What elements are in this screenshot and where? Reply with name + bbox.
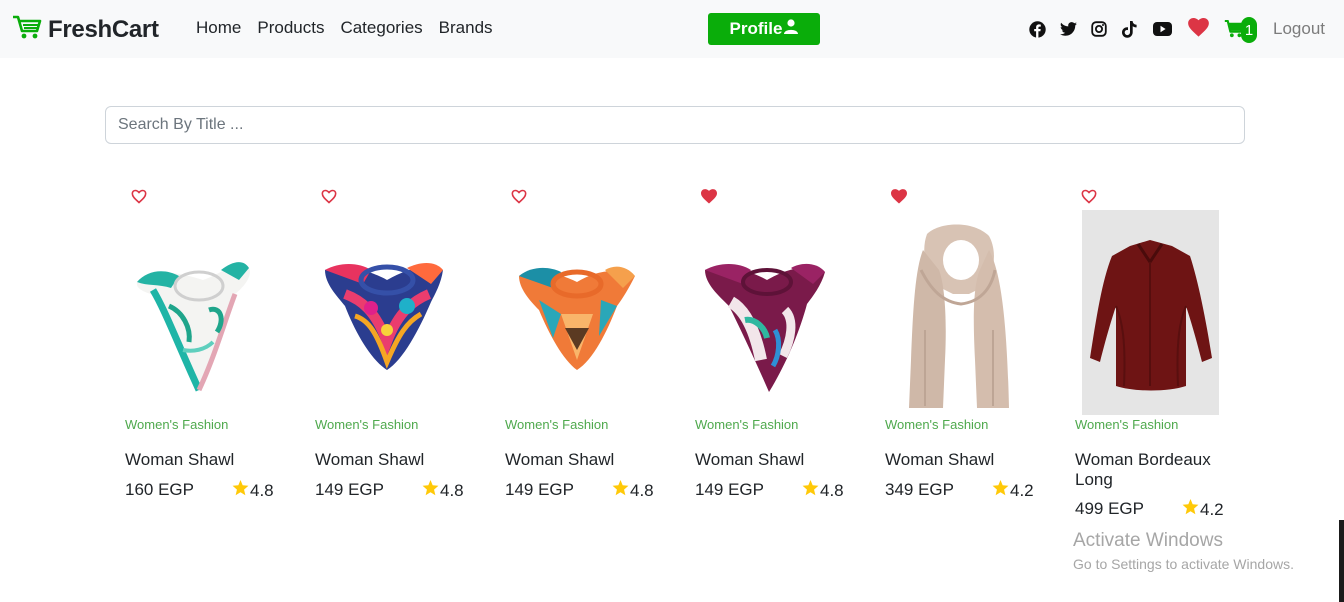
- product-category: Women's Fashion: [505, 417, 609, 432]
- rating-value: 4.2: [1200, 499, 1224, 519]
- rating-value: 4.8: [440, 480, 464, 500]
- star-icon: [232, 480, 249, 501]
- nav-link-products[interactable]: Products: [257, 18, 324, 38]
- profile-button[interactable]: Profile: [708, 13, 820, 45]
- watermark-title: Activate Windows: [1073, 530, 1223, 551]
- windows-activation-watermark: Activate Windows Go to Settings to activ…: [1073, 530, 1294, 572]
- product-price: 349 EGP: [885, 480, 954, 499]
- heart-filled-icon[interactable]: [891, 189, 907, 209]
- rating-value: 4.2: [1010, 480, 1034, 500]
- star-icon: [612, 480, 629, 501]
- cart-count-badge: 1: [1241, 17, 1257, 43]
- product-title: Woman Shawl: [695, 450, 805, 469]
- star-icon: [992, 480, 1009, 501]
- product-price: 149 EGP: [505, 480, 574, 499]
- product-category: Women's Fashion: [695, 417, 799, 432]
- user-icon: [784, 19, 799, 39]
- product-rating: 4.2: [992, 480, 1034, 501]
- tiktok-icon[interactable]: [1122, 19, 1153, 39]
- product-rating: 4.8: [232, 480, 274, 501]
- product-rating: 4.2: [1182, 499, 1224, 520]
- facebook-icon[interactable]: [1029, 19, 1060, 39]
- product-card[interactable]: Women's Fashion Woman Shawl 349 EGP 4.2: [885, 186, 1045, 526]
- product-category: Women's Fashion: [315, 417, 419, 432]
- product-price: 149 EGP: [315, 480, 384, 499]
- product-title: Woman Shawl: [885, 450, 995, 469]
- rating-value: 4.8: [630, 480, 654, 500]
- brand-logo[interactable]: FreshCart: [12, 14, 159, 45]
- wishlist-heart-icon[interactable]: [1188, 18, 1209, 42]
- cart-logo-icon: [12, 14, 42, 45]
- heart-outline-icon[interactable]: [321, 189, 337, 209]
- product-image: [519, 266, 635, 370]
- main-nav: Home Products Categories Brands: [196, 18, 493, 38]
- nav-link-home[interactable]: Home: [196, 18, 241, 38]
- product-rating: 4.8: [802, 480, 844, 501]
- window-edge: [1339, 520, 1344, 602]
- product-card[interactable]: Women's Fashion Woman Bordeaux Long 499 …: [1075, 186, 1235, 526]
- product-card[interactable]: Women's Fashion Woman Shawl 149 EGP 4.8: [315, 186, 475, 526]
- product-image: [909, 224, 1009, 408]
- product-image: [136, 262, 250, 392]
- social-links: [1029, 19, 1184, 39]
- profile-button-label: Profile: [729, 19, 783, 38]
- watermark-subtitle: Go to Settings to activate Windows.: [1073, 556, 1294, 572]
- product-price: 499 EGP: [1075, 499, 1144, 518]
- product-rating: 4.8: [612, 480, 654, 501]
- product-image: [705, 263, 825, 392]
- product-title: Woman Shawl: [505, 450, 615, 469]
- product-price: 160 EGP: [125, 480, 194, 499]
- rating-value: 4.8: [820, 480, 844, 500]
- star-icon: [422, 480, 439, 501]
- product-card[interactable]: Women's Fashion Woman Shawl 160 EGP 4.8: [125, 186, 285, 526]
- logout-link[interactable]: Logout: [1273, 19, 1325, 39]
- youtube-icon[interactable]: [1153, 19, 1184, 39]
- search-input[interactable]: [105, 106, 1245, 144]
- heart-filled-icon[interactable]: [701, 189, 717, 209]
- star-icon: [1182, 499, 1199, 520]
- product-category: Women's Fashion: [885, 417, 989, 432]
- product-card[interactable]: Women's Fashion Woman Shawl 149 EGP 4.8: [695, 186, 855, 526]
- product-category: Women's Fashion: [125, 417, 229, 432]
- product-title: Woman Bordeaux Long: [1075, 450, 1211, 489]
- rating-value: 4.8: [250, 480, 274, 500]
- heart-outline-icon[interactable]: [511, 189, 527, 209]
- product-category: Women's Fashion: [1075, 417, 1179, 432]
- twitter-icon[interactable]: [1060, 19, 1091, 39]
- heart-outline-icon[interactable]: [131, 189, 147, 209]
- product-image: [325, 263, 443, 370]
- navbar: FreshCart Home Products Categories Brand…: [0, 0, 1344, 58]
- star-icon: [802, 480, 819, 501]
- instagram-icon[interactable]: [1091, 19, 1122, 39]
- product-rating: 4.8: [422, 480, 464, 501]
- nav-link-categories[interactable]: Categories: [340, 18, 422, 38]
- heart-outline-icon[interactable]: [1081, 189, 1097, 209]
- nav-link-brands[interactable]: Brands: [439, 18, 493, 38]
- product-title: Woman Shawl: [315, 450, 425, 469]
- product-title: Woman Shawl: [125, 450, 235, 469]
- cart-button[interactable]: 1: [1224, 16, 1260, 44]
- product-image: [1082, 210, 1219, 415]
- product-card[interactable]: Women's Fashion Woman Shawl 149 EGP 4.8: [505, 186, 665, 526]
- product-price: 149 EGP: [695, 480, 764, 499]
- brand-name: FreshCart: [48, 15, 159, 43]
